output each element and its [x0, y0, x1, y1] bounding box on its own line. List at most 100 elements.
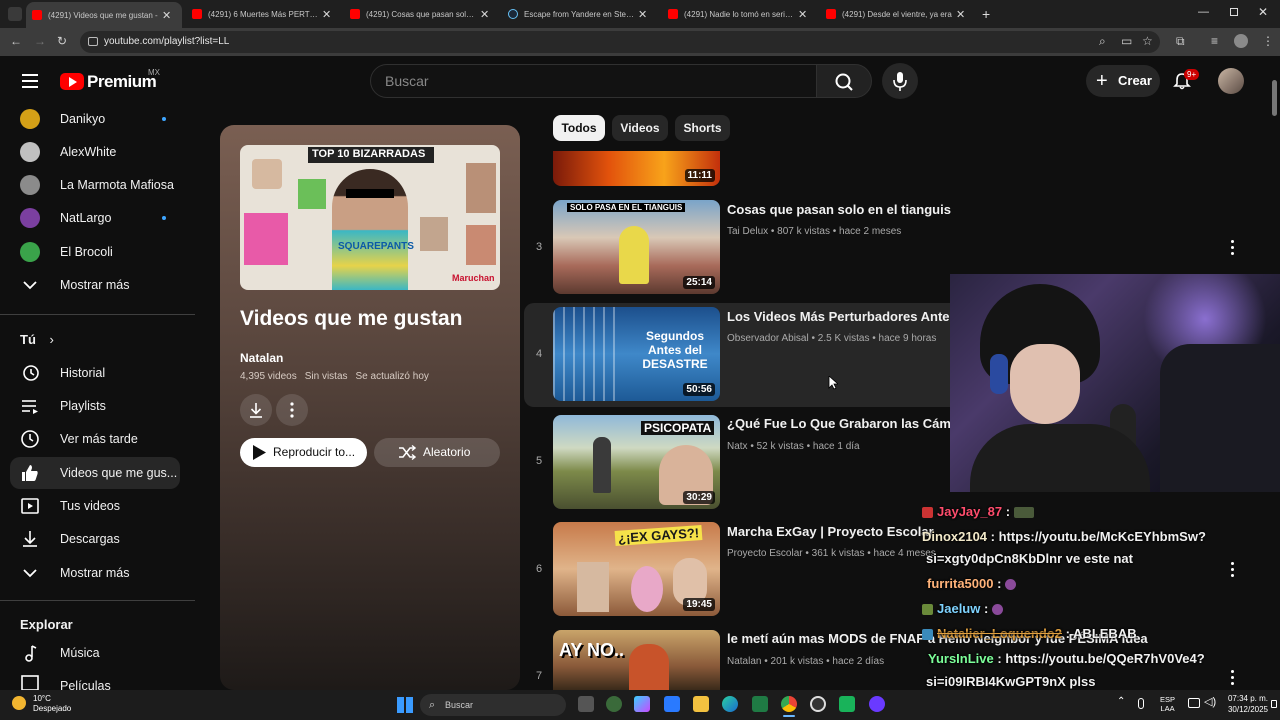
- video-title[interactable]: Cosas que pasan solo en el tianguis: [727, 202, 951, 217]
- reading-list-icon[interactable]: ≡: [1211, 34, 1218, 48]
- video-thumbnail[interactable]: 11:11: [553, 151, 720, 186]
- app-icon-teal[interactable]: [839, 696, 855, 712]
- restore-icon[interactable]: [1230, 8, 1238, 16]
- task-view-icon[interactable]: [578, 696, 594, 712]
- obs-icon[interactable]: [810, 696, 826, 712]
- copilot-icon[interactable]: [634, 696, 650, 712]
- forward-icon[interactable]: →: [34, 34, 46, 48]
- download-playlist-button[interactable]: [240, 394, 272, 426]
- subscription-alexwhite[interactable]: AlexWhite: [0, 136, 195, 168]
- chrome-icon[interactable]: [781, 696, 797, 712]
- sidebar-item-watch-later[interactable]: Ver más tarde: [0, 423, 195, 455]
- tray-mic-icon[interactable]: [1138, 698, 1144, 709]
- playlist-owner[interactable]: Natalan: [240, 351, 283, 365]
- sidebar-item-music[interactable]: Música: [0, 637, 195, 669]
- chip-todos[interactable]: Todos: [553, 115, 605, 141]
- subscription-danikyo[interactable]: Danikyo: [0, 103, 195, 135]
- playlist-thumbnail[interactable]: TOP 10 BIZARRADAS SQUAREPANTS Maruchan: [240, 145, 500, 290]
- video-title[interactable]: Marcha ExGay | Proyecto Escolar: [727, 524, 934, 539]
- video-duration: 19:45: [683, 598, 715, 611]
- close-tab-icon[interactable]: ✕: [956, 8, 965, 21]
- hamburger-menu-icon[interactable]: [22, 74, 38, 88]
- browser-tab-1[interactable]: (4291) Videos que me gustan - ✕: [26, 2, 182, 28]
- subscription-el-brocoli[interactable]: El Brocoli: [0, 236, 195, 268]
- search-input[interactable]: Buscar: [370, 64, 818, 98]
- close-tab-icon[interactable]: ✕: [162, 9, 171, 22]
- browser-tab-5[interactable]: (4291) Nadie lo tomó en serio - ✕: [662, 3, 814, 25]
- edge-icon[interactable]: [722, 696, 738, 712]
- chip-videos[interactable]: Videos: [612, 115, 668, 141]
- sidebar-item-label: Descargas: [60, 532, 120, 546]
- bookmark-star-icon[interactable]: ☆: [1142, 34, 1153, 48]
- file-explorer-icon[interactable]: [693, 696, 709, 712]
- you-section-header[interactable]: Tú ›: [20, 332, 54, 347]
- taskbar-clock[interactable]: 07:34 p. m. 30/12/2025: [1222, 693, 1268, 715]
- close-tab-icon[interactable]: ✕: [480, 8, 489, 21]
- premium-logo-text[interactable]: Premium: [87, 72, 157, 92]
- reload-icon[interactable]: ↻: [57, 34, 67, 48]
- browser-tab-3[interactable]: (4291) Cosas que pasan solo en ✕: [344, 3, 496, 25]
- store-icon[interactable]: [664, 696, 680, 712]
- close-tab-icon[interactable]: ✕: [322, 8, 331, 21]
- chat-menu-icon[interactable]: [1231, 670, 1235, 688]
- app-icon-purple[interactable]: [869, 696, 885, 712]
- video-title[interactable]: ¿Qué Fue Lo Que Grabaron las Cámar: [727, 416, 963, 431]
- video-thumbnail[interactable]: AY NO..: [553, 630, 720, 690]
- address-bar[interactable]: [80, 31, 1160, 53]
- close-tab-icon[interactable]: ✕: [798, 8, 807, 21]
- chip-shorts[interactable]: Shorts: [675, 115, 730, 141]
- video-thumbnail[interactable]: SOLO PASA EN EL TIANGUIS 25:14: [553, 200, 720, 294]
- windows-start-icon[interactable]: [397, 697, 413, 713]
- sidebar-item-movies[interactable]: Películas: [0, 671, 195, 690]
- close-window-icon[interactable]: ✕: [1258, 5, 1268, 19]
- extensions-icon[interactable]: ⧉: [1176, 34, 1185, 49]
- show-more-subscriptions[interactable]: Mostrar más: [0, 269, 195, 301]
- excel-icon[interactable]: [752, 696, 768, 712]
- page-scrollbar[interactable]: [1272, 80, 1277, 116]
- subscription-la-marmota-mafiosa[interactable]: La Marmota Mafiosa: [0, 169, 195, 201]
- close-tab-icon[interactable]: ✕: [638, 8, 647, 21]
- create-button[interactable]: + Crear: [1086, 65, 1160, 97]
- video-menu-icon[interactable]: [1231, 240, 1235, 258]
- notification-center-icon[interactable]: [1271, 700, 1277, 708]
- shuffle-button[interactable]: Aleatorio: [374, 438, 500, 467]
- video-thumbnail[interactable]: Segundos Antes del DESASTRE 50:56: [553, 307, 720, 401]
- weather-moon-icon[interactable]: [12, 696, 26, 710]
- site-info-icon[interactable]: [88, 37, 98, 46]
- sidebar-item-your-videos[interactable]: Tus videos: [0, 490, 195, 522]
- sidebar-item-playlists[interactable]: Playlists: [0, 390, 195, 422]
- tray-chevron-icon[interactable]: ⌃: [1117, 696, 1125, 707]
- account-avatar[interactable]: [1218, 68, 1244, 94]
- back-icon[interactable]: ←: [10, 34, 22, 48]
- chat-menu-icon[interactable]: [1231, 562, 1235, 580]
- play-all-button[interactable]: Reproducir to...: [240, 438, 367, 467]
- playlist-more-button[interactable]: [276, 394, 308, 426]
- search-button[interactable]: [816, 64, 872, 98]
- show-more-you[interactable]: Mostrar más: [0, 557, 195, 589]
- sidebar-item-historial[interactable]: Historial: [0, 357, 195, 389]
- voice-search-button[interactable]: [882, 63, 918, 99]
- browser-tab-4[interactable]: Escape from Yandere en Steam ✕: [502, 3, 654, 25]
- video-thumbnail[interactable]: ¿¡EX GAYS?! 19:45: [553, 522, 720, 616]
- youtube-logo-icon[interactable]: [60, 73, 84, 90]
- menu-kebab-icon[interactable]: ⋮: [1262, 34, 1274, 48]
- language-indicator[interactable]: ESP LAA: [1160, 695, 1175, 713]
- minimize-icon[interactable]: —: [1198, 6, 1209, 18]
- subscription-natlargo[interactable]: NatLargo: [0, 202, 195, 234]
- video-title[interactable]: Los Videos Más Perturbadores Antes: [727, 309, 957, 324]
- network-icon[interactable]: [1188, 698, 1200, 708]
- zoom-icon[interactable]: ⌕: [1099, 34, 1106, 49]
- cast-icon[interactable]: ▭: [1121, 34, 1132, 48]
- video-thumbnail[interactable]: PSICOPATA 30:29: [553, 415, 720, 509]
- new-tab-icon[interactable]: +: [982, 6, 990, 22]
- browser-tab-2[interactable]: (4291) 6 Muertes Más PERTURB ✕: [186, 3, 338, 25]
- sidebar-item-downloads[interactable]: Descargas: [0, 523, 195, 555]
- taskbar-search[interactable]: ⌕ Buscar: [420, 694, 566, 716]
- sidebar-item-liked-videos[interactable]: Videos que me gus...: [10, 457, 180, 489]
- browser-tab-6[interactable]: (4291) Desde el vientre, ya era ✕: [820, 3, 972, 25]
- volume-icon[interactable]: ◁): [1204, 695, 1216, 708]
- app-icon-green[interactable]: [606, 696, 622, 712]
- tab-search-button[interactable]: [8, 7, 22, 21]
- profile-avatar[interactable]: [1234, 34, 1248, 48]
- weather-widget[interactable]: 10°C Despejado: [33, 694, 71, 714]
